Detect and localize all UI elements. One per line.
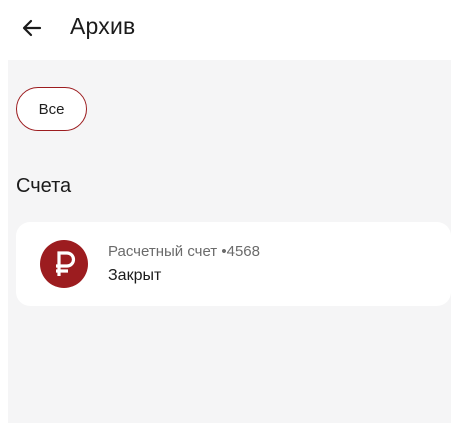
- filter-chip-all[interactable]: Все: [16, 87, 87, 131]
- account-name: Расчетный счет •4568: [108, 243, 260, 260]
- back-button[interactable]: [14, 10, 50, 46]
- account-status: Закрыт: [108, 267, 162, 284]
- account-card[interactable]: Расчетный счет •4568 Закрыт: [16, 222, 451, 306]
- section-title-accounts: Счета: [16, 175, 72, 197]
- top-app-bar: Архив: [0, 0, 451, 58]
- page-title: Архив: [70, 13, 136, 39]
- arrow-left-icon: [22, 19, 42, 37]
- archive-screen: Архив Все Счета Расчетный счет •4568 Зак…: [0, 0, 451, 423]
- content-area: Все Счета Расчетный счет •4568 Закрыт: [8, 60, 451, 423]
- ruble-icon: [40, 240, 88, 288]
